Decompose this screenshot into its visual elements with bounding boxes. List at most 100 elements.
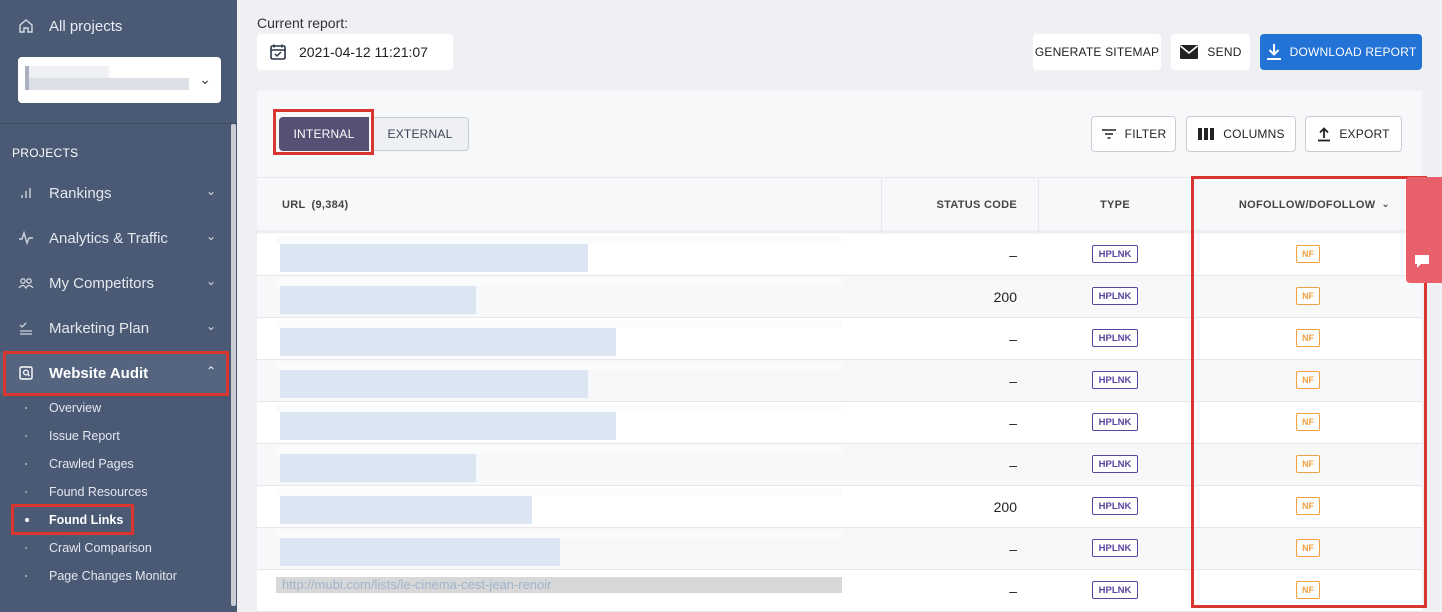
sidebar-item-competitors[interactable]: My Competitors ⌄ <box>0 262 228 304</box>
url-redacted <box>276 276 842 318</box>
column-header-status-code[interactable]: STATUS CODE <box>882 178 1017 231</box>
subitem-label: Page Changes Monitor <box>49 569 177 583</box>
type-badge: HPLNK <box>1092 497 1138 515</box>
current-report-label: Current report: <box>257 15 349 31</box>
sidebar-item-label: My Competitors <box>49 274 155 292</box>
type-header-label: TYPE <box>1100 198 1130 211</box>
all-projects-label: All projects <box>49 17 123 35</box>
sidebar-item-rankings[interactable]: Rankings ⌄ <box>0 172 228 214</box>
bullet-icon <box>25 463 27 465</box>
status-code-cell: – <box>1009 457 1017 473</box>
blur-band <box>280 328 616 356</box>
chevron-down-icon: ⌄ <box>205 319 216 333</box>
bullet-icon <box>25 491 27 493</box>
status-code-cell: 200 <box>993 289 1017 305</box>
chevron-down-icon: ⌄ <box>199 71 211 87</box>
feedback-tab[interactable] <box>1406 177 1442 283</box>
status-code-cell: – <box>1009 373 1017 389</box>
column-header-url[interactable]: URL (9,384) <box>282 178 348 231</box>
projects-section-label: PROJECTS <box>12 146 79 160</box>
subitem-crawled-pages[interactable]: Crawled Pages <box>0 451 228 477</box>
chevron-down-icon: ⌄ <box>205 274 216 288</box>
type-badge: HPLNK <box>1092 329 1138 347</box>
blur-band <box>276 446 842 454</box>
status-code-cell: – <box>1009 247 1017 263</box>
bullet-icon <box>25 547 27 549</box>
blur-band <box>276 530 842 538</box>
columns-label: COLUMNS <box>1223 127 1285 141</box>
upload-icon <box>1318 127 1331 142</box>
subitem-label: Found Resources <box>49 485 148 499</box>
filter-button[interactable]: FILTER <box>1091 116 1176 152</box>
send-button[interactable]: SEND <box>1171 34 1250 70</box>
calendar-icon <box>270 44 286 60</box>
sidebar-top: All projects ⌄ <box>0 0 237 124</box>
blur-band <box>276 362 842 370</box>
highlight-nofollow-column <box>1191 176 1427 608</box>
blur-band <box>276 320 842 328</box>
url-count: (9,384) <box>311 198 349 211</box>
subitem-label: Crawl Comparison <box>49 541 152 555</box>
type-badge: HPLNK <box>1092 455 1138 473</box>
project-select[interactable]: ⌄ <box>18 57 221 103</box>
pulse-icon <box>19 230 33 246</box>
column-header-type[interactable]: TYPE <box>1039 178 1191 231</box>
subitem-overview[interactable]: Overview <box>0 395 228 421</box>
url-redacted <box>276 402 842 444</box>
columns-button[interactable]: COLUMNS <box>1186 116 1296 152</box>
blur-band <box>276 488 842 496</box>
type-badge: HPLNK <box>1092 371 1138 389</box>
bar-chart-icon <box>21 188 31 198</box>
status-code-cell: – <box>1009 541 1017 557</box>
download-report-label: DOWNLOAD REPORT <box>1289 45 1417 59</box>
type-badge: HPLNK <box>1092 287 1138 305</box>
download-icon <box>1266 44 1281 60</box>
url-redacted <box>276 444 842 486</box>
url-redacted <box>276 486 842 528</box>
subitem-issue-report[interactable]: Issue Report <box>0 423 228 449</box>
url-redacted <box>276 234 842 276</box>
url-redacted <box>276 528 842 570</box>
generate-sitemap-button[interactable]: GENERATE SITEMAP <box>1033 34 1161 70</box>
url-link[interactable]: http://mubi.com/lists/le-cinema-cest-jea… <box>276 577 842 593</box>
sidebar: All projects ⌄ PROJECTS Rankings ⌄ Analy… <box>0 0 237 612</box>
highlight-found-links <box>11 504 134 535</box>
generate-sitemap-label: GENERATE SITEMAP <box>1034 45 1160 59</box>
type-badge: HPLNK <box>1092 581 1138 599</box>
chevron-down-icon: ⌄ <box>205 229 216 243</box>
sidebar-item-label: Marketing Plan <box>49 319 150 337</box>
status-code-cell: – <box>1009 583 1017 599</box>
url-redacted <box>276 360 842 402</box>
bullet-icon <box>25 435 27 437</box>
sidebar-item-analytics[interactable]: Analytics & Traffic ⌄ <box>0 217 228 259</box>
report-date-value: 2021-04-12 11:21:07 <box>299 44 428 60</box>
project-name-redacted-part <box>29 78 189 90</box>
subitem-page-changes-monitor[interactable]: Page Changes Monitor <box>0 563 228 589</box>
blur-band <box>276 278 842 286</box>
send-label: SEND <box>1207 45 1242 59</box>
download-report-button[interactable]: DOWNLOAD REPORT <box>1260 34 1422 70</box>
subitem-crawl-comparison[interactable]: Crawl Comparison <box>0 535 228 561</box>
url-header-label: URL <box>282 198 306 211</box>
subitem-label: Issue Report <box>49 429 120 443</box>
blur-band <box>280 244 588 272</box>
sidebar-scrollbar[interactable] <box>231 124 236 606</box>
subitem-label: Crawled Pages <box>49 457 134 471</box>
mail-icon <box>1180 45 1199 59</box>
users-icon <box>18 278 34 290</box>
sidebar-item-marketing-plan[interactable]: Marketing Plan ⌄ <box>0 307 228 349</box>
report-date-picker[interactable]: 2021-04-12 11:21:07 <box>257 34 453 70</box>
blur-band <box>280 412 616 440</box>
export-button[interactable]: EXPORT <box>1305 116 1402 152</box>
chevron-down-icon: ⌄ <box>205 184 216 198</box>
blur-band <box>276 236 842 244</box>
tab-external[interactable]: EXTERNAL <box>371 117 469 151</box>
bullet-icon <box>25 575 27 577</box>
sidebar-item-label: Analytics & Traffic <box>49 229 168 247</box>
blur-band <box>280 370 588 398</box>
highlight-internal-tab <box>273 109 374 155</box>
subitem-found-resources[interactable]: Found Resources <box>0 479 228 505</box>
blur-band <box>280 286 476 314</box>
status-code-header-label: STATUS CODE <box>936 198 1017 211</box>
all-projects-link[interactable]: All projects <box>0 0 237 52</box>
